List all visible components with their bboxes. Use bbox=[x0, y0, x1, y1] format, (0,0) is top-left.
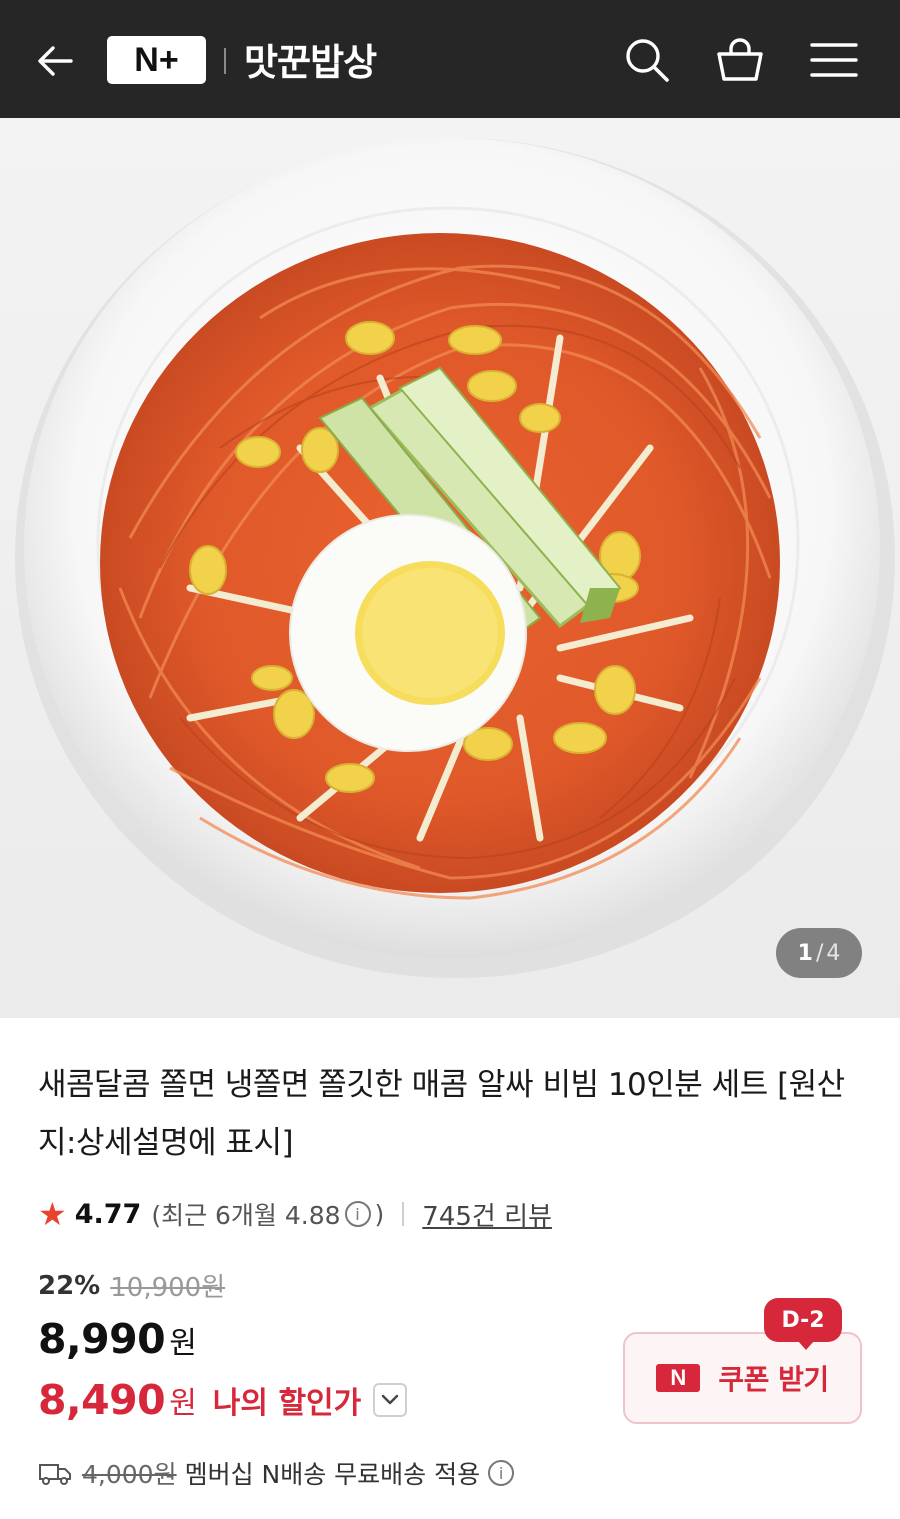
image-counter-separator: / bbox=[815, 940, 824, 966]
header-divider bbox=[224, 48, 226, 74]
logo-text: N+ bbox=[134, 40, 179, 79]
nplus-logo[interactable]: N+ bbox=[107, 36, 206, 84]
rating-row: ★ 4.77 (최근 6개월 4.88 i ) 745건 리뷰 bbox=[38, 1194, 552, 1234]
sale-price-unit: 원 bbox=[169, 1326, 197, 1361]
coupon-button[interactable]: N 쿠폰 받기 bbox=[623, 1332, 862, 1424]
image-counter-current: 1 bbox=[797, 940, 813, 966]
back-button[interactable] bbox=[30, 36, 80, 86]
search-icon bbox=[626, 39, 669, 82]
arrow-left-icon bbox=[38, 46, 73, 76]
menu-button[interactable] bbox=[808, 34, 860, 86]
product-title: 새콤달콤 쫄면 냉쫄면 쫄깃한 매콤 알싸 비빔 10인분 세트 [원산지:상세… bbox=[38, 1067, 845, 1161]
image-counter-total: 4 bbox=[826, 940, 841, 966]
discount-rate: 22% bbox=[38, 1270, 101, 1301]
my-price-dropdown-button[interactable] bbox=[373, 1383, 408, 1417]
shipping-info-icon[interactable]: i bbox=[488, 1460, 515, 1486]
my-price-unit: 원 bbox=[169, 1386, 197, 1421]
coupon-label: 쿠폰 받기 bbox=[718, 1363, 829, 1396]
product-image[interactable]: 1 / 4 bbox=[0, 118, 900, 1018]
truck-icon bbox=[38, 1460, 72, 1486]
info-icon[interactable]: i bbox=[344, 1201, 371, 1227]
store-name[interactable]: 맛꾼밥상 bbox=[244, 32, 377, 86]
shopping-basket-icon bbox=[717, 38, 763, 81]
my-discount-price: 8,490 원 나의 할인가 bbox=[38, 1376, 408, 1424]
shipping-row: 4,000원 멤버십 N배송 무료배송 적용 i bbox=[38, 1455, 518, 1491]
search-button[interactable] bbox=[621, 34, 673, 86]
cart-button[interactable] bbox=[714, 34, 766, 86]
chevron-down-icon bbox=[382, 1394, 399, 1405]
rating-divider bbox=[402, 1202, 405, 1226]
discount-row: 22% 10,900원 bbox=[38, 1267, 225, 1304]
noodle-dish-illustration bbox=[15, 138, 895, 978]
menu-icon bbox=[810, 43, 858, 77]
shipping-text: 멤버십 N배송 무료배송 적용 bbox=[184, 1460, 481, 1489]
top-app-bar: N+ 맛꾼밥상 bbox=[0, 0, 900, 118]
review-count-link[interactable]: 745건 리뷰 bbox=[422, 1196, 552, 1233]
coupon-dday-badge: D-2 bbox=[764, 1298, 842, 1350]
naver-n-badge: N bbox=[656, 1364, 701, 1392]
recent-rating-text: (최근 6개월 4.88 bbox=[151, 1201, 341, 1230]
image-counter: 1 / 4 bbox=[776, 928, 862, 978]
recent-rating-close: ) bbox=[374, 1199, 385, 1229]
my-price-value: 8,490 bbox=[38, 1376, 166, 1424]
sale-price: 8,990 원 bbox=[38, 1315, 197, 1363]
rating-score: 4.77 bbox=[74, 1198, 142, 1230]
original-shipping-fee: 4,000원 bbox=[82, 1460, 177, 1489]
my-price-label: 나의 할인가 bbox=[212, 1386, 362, 1421]
sale-price-value: 8,990 bbox=[38, 1315, 166, 1363]
star-icon: ★ bbox=[38, 1195, 67, 1233]
original-price: 10,900원 bbox=[110, 1273, 226, 1303]
